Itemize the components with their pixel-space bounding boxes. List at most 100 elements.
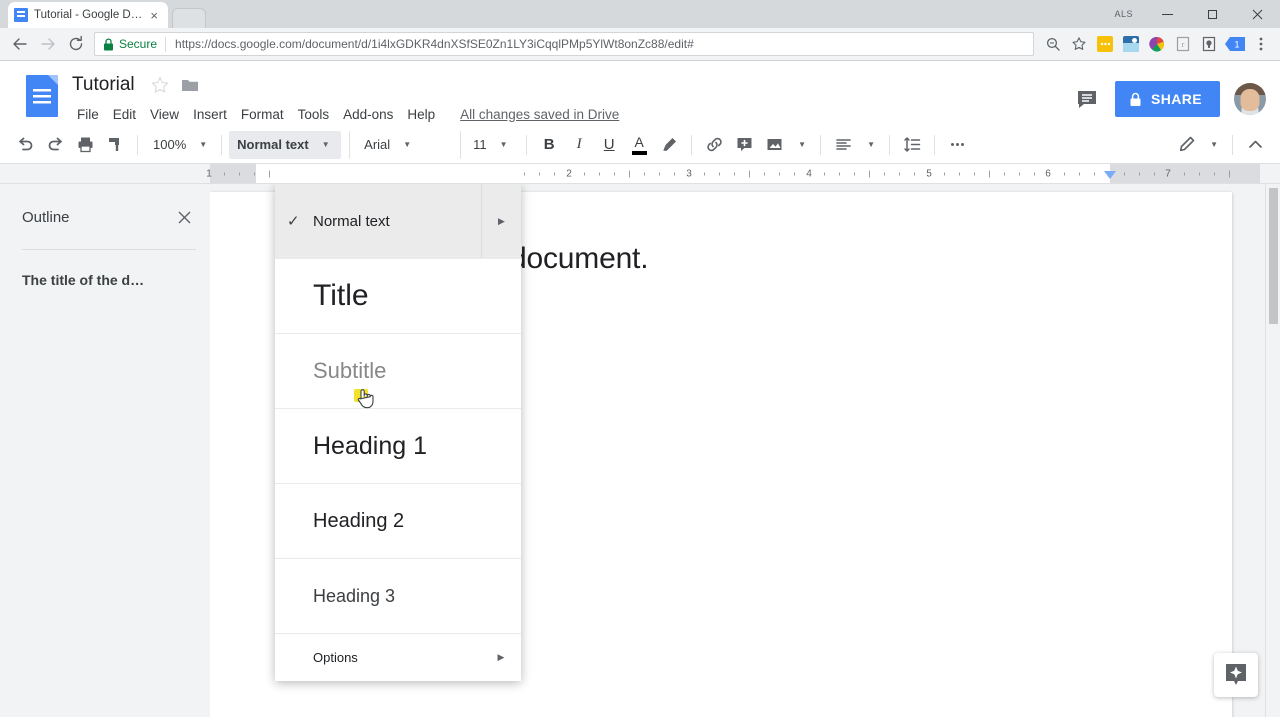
ruler-left-margin (210, 164, 256, 183)
font-family-selector[interactable]: Arial ▼ (349, 130, 462, 159)
security-label: Secure (119, 37, 158, 51)
edit-mode-selector[interactable]: ▼ (1171, 131, 1225, 159)
browser-tab[interactable]: Tutorial - Google Docs × (8, 2, 168, 28)
line-spacing-icon[interactable] (897, 131, 927, 159)
reload-icon[interactable] (62, 30, 90, 58)
align-left-icon (832, 131, 854, 159)
logo-lines-shape (33, 89, 51, 107)
ruler-tick (239, 172, 240, 175)
text-color-swatch (631, 150, 647, 155)
style-menu-item-heading-3[interactable]: Heading 3 (275, 559, 521, 634)
outline-entry[interactable]: The title of the d… (22, 272, 196, 288)
menu-item-file[interactable]: File (70, 104, 106, 125)
docs-header-actions: SHARE (1069, 81, 1266, 117)
menu-item-insert[interactable]: Insert (186, 104, 234, 125)
ruler[interactable]: 1 2 3 4 5 6 7 (0, 164, 1280, 184)
folder-icon[interactable] (179, 74, 201, 96)
extension-bulb-icon[interactable] (1196, 31, 1222, 57)
outline-title: Outline (22, 209, 70, 226)
explore-button[interactable] (1214, 653, 1258, 697)
save-status-link[interactable]: All changes saved in Drive (460, 107, 619, 122)
chevron-up-icon[interactable] (1240, 131, 1270, 159)
link-icon[interactable] (699, 131, 729, 159)
undo-icon[interactable] (10, 131, 40, 159)
right-indent-marker[interactable] (1104, 171, 1116, 179)
ruler-tick (254, 172, 255, 175)
page-title[interactable]: Tutorial (72, 74, 135, 96)
ruler-tick (644, 172, 645, 175)
font-size-selector[interactable]: 11 ▼ (461, 131, 519, 159)
print-icon[interactable] (70, 131, 100, 159)
style-menu-item-heading-2[interactable]: Heading 2 (275, 484, 521, 559)
ruler-tick (719, 172, 720, 175)
zoom-selector[interactable]: 100% ▼ (145, 131, 214, 159)
back-arrow-icon[interactable] (6, 30, 34, 58)
toolbar-divider (934, 134, 936, 155)
address-bar[interactable]: Secure https://docs.google.com/document/… (94, 32, 1034, 56)
tab-close-icon[interactable]: × (146, 9, 162, 22)
extension-image-icon[interactable] (1118, 31, 1144, 57)
bookmark-star-icon[interactable] (1066, 31, 1092, 57)
ruler-tick (764, 172, 765, 175)
ruler-tick (659, 172, 660, 175)
avatar[interactable] (1234, 83, 1266, 115)
submenu-arrow-icon[interactable]: ▶ (481, 184, 521, 258)
menu-item-help[interactable]: Help (400, 104, 442, 125)
share-button[interactable]: SHARE (1114, 81, 1220, 117)
chrome-menu-icon[interactable] (1248, 31, 1274, 57)
extension-color-wheel-icon[interactable] (1144, 31, 1170, 57)
style-menu-item-title[interactable]: Title (275, 259, 521, 334)
image-icon (763, 131, 785, 159)
style-menu-item-normal-text[interactable]: ✓ Normal text ▶ (275, 184, 521, 259)
star-icon[interactable] (149, 74, 171, 96)
tab-title: Tutorial - Google Docs (34, 9, 147, 21)
extension-frame-icon[interactable]: r (1170, 31, 1196, 57)
outline-header: Outline (22, 206, 196, 229)
window-profile-label[interactable]: ALS (1102, 9, 1145, 19)
underline-button[interactable]: U (594, 131, 624, 159)
style-menu-item-options[interactable]: Options ▶ (275, 634, 521, 681)
zoom-search-icon[interactable] (1040, 31, 1066, 57)
italic-button[interactable]: I (564, 131, 594, 159)
menu-item-edit[interactable]: Edit (106, 104, 143, 125)
paragraph-style-selector[interactable]: Normal text ▼ (229, 130, 342, 159)
paragraph-style-menu[interactable]: ✓ Normal text ▶ Title Subtitle Heading 1… (275, 184, 521, 681)
highlight-icon[interactable] (654, 131, 684, 159)
forward-arrow-icon (34, 30, 62, 58)
vertical-scrollbar[interactable] (1265, 184, 1280, 717)
comment-icon[interactable] (1069, 81, 1105, 117)
close-icon[interactable] (173, 206, 196, 229)
style-menu-label: Normal text (313, 212, 390, 230)
browser-toolbar: Secure https://docs.google.com/document/… (0, 28, 1280, 61)
maximize-icon[interactable] (1190, 0, 1235, 28)
style-menu-label: Options (313, 650, 358, 665)
close-icon[interactable] (1235, 0, 1280, 28)
extension-yellow-icon[interactable] (1092, 31, 1118, 57)
more-options-button[interactable] (942, 131, 972, 159)
extension-badge-icon[interactable]: 1 (1222, 31, 1248, 57)
scrollbar-thumb[interactable] (1269, 188, 1278, 324)
explore-sparkle-icon (1226, 664, 1246, 685)
menu-item-format[interactable]: Format (234, 104, 291, 125)
redo-icon[interactable] (40, 131, 70, 159)
submenu-arrow-icon[interactable]: ▶ (481, 634, 521, 681)
bold-button[interactable]: B (534, 131, 564, 159)
minimize-icon[interactable] (1145, 0, 1190, 28)
paint-format-icon[interactable] (100, 131, 130, 159)
menu-item-tools[interactable]: Tools (291, 104, 337, 125)
menu-item-view[interactable]: View (143, 104, 186, 125)
add-comment-icon[interactable] (729, 131, 759, 159)
align-selector[interactable]: ▼ (828, 131, 882, 159)
omnibox-divider (165, 36, 167, 52)
docs-menu-bar: File Edit View Insert Format Tools Add-o… (72, 101, 1069, 127)
google-docs-logo[interactable] (22, 71, 62, 123)
new-tab-button[interactable] (172, 8, 206, 28)
toolbar-divider (1232, 134, 1233, 155)
style-menu-item-subtitle[interactable]: Subtitle (275, 334, 521, 409)
ruler-tick (1034, 172, 1035, 175)
style-menu-item-heading-1[interactable]: Heading 1 (275, 409, 521, 484)
menu-item-addons[interactable]: Add-ons (336, 104, 400, 125)
text-color-button[interactable]: A (624, 131, 654, 159)
ruler-tick (614, 172, 615, 175)
insert-image-selector[interactable]: ▼ (759, 131, 813, 159)
